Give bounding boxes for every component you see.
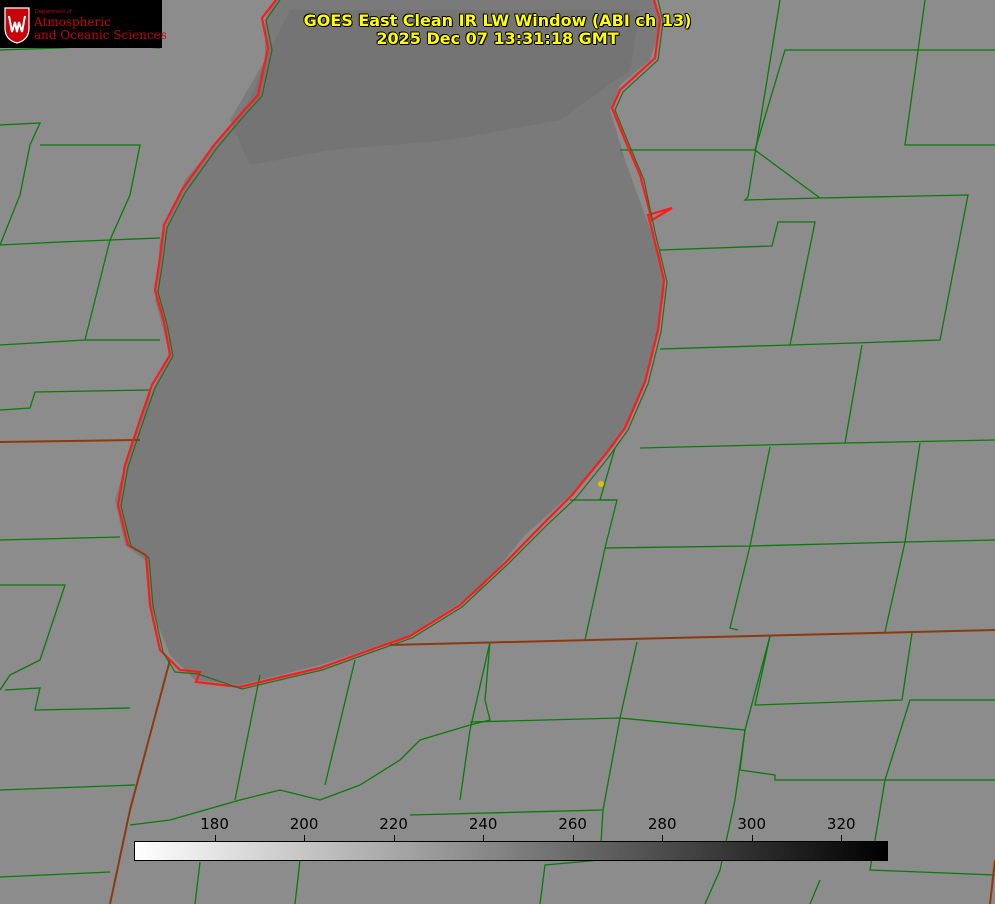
colorbar-tick: [393, 835, 395, 842]
colorbar-tick: [214, 835, 216, 842]
colorbar-tick-label: 280: [647, 815, 677, 833]
colorbar-tick: [841, 835, 843, 842]
colorbar-tick-label: 240: [468, 815, 498, 833]
colorbar-tick-label: 220: [379, 815, 408, 833]
colorbar-tick-label: 320: [826, 815, 856, 833]
colorbar-tick: [572, 835, 574, 842]
colorbar-tick: [483, 835, 485, 842]
colorbar-tick: [662, 835, 664, 842]
image-timestamp: 2025 Dec 07 13:31:18 GMT: [376, 29, 619, 48]
colorbar-tick-label: 180: [200, 815, 229, 833]
colorbar-tick: [751, 835, 753, 842]
satellite-map: [0, 0, 995, 904]
image-title: GOES East Clean IR LW Window (ABI ch 13): [303, 11, 692, 30]
colorbar-tick: [304, 835, 306, 842]
location-marker: [598, 481, 604, 487]
colorbar-tick-label: 260: [558, 815, 587, 833]
colorbar-tick-label: 300: [737, 815, 767, 833]
colorbar-gradient: [134, 841, 888, 861]
satellite-image-viewer: Department of Atmospheric and Oceanic Sc…: [0, 0, 995, 904]
colorbar-tick-label: 200: [289, 815, 319, 833]
